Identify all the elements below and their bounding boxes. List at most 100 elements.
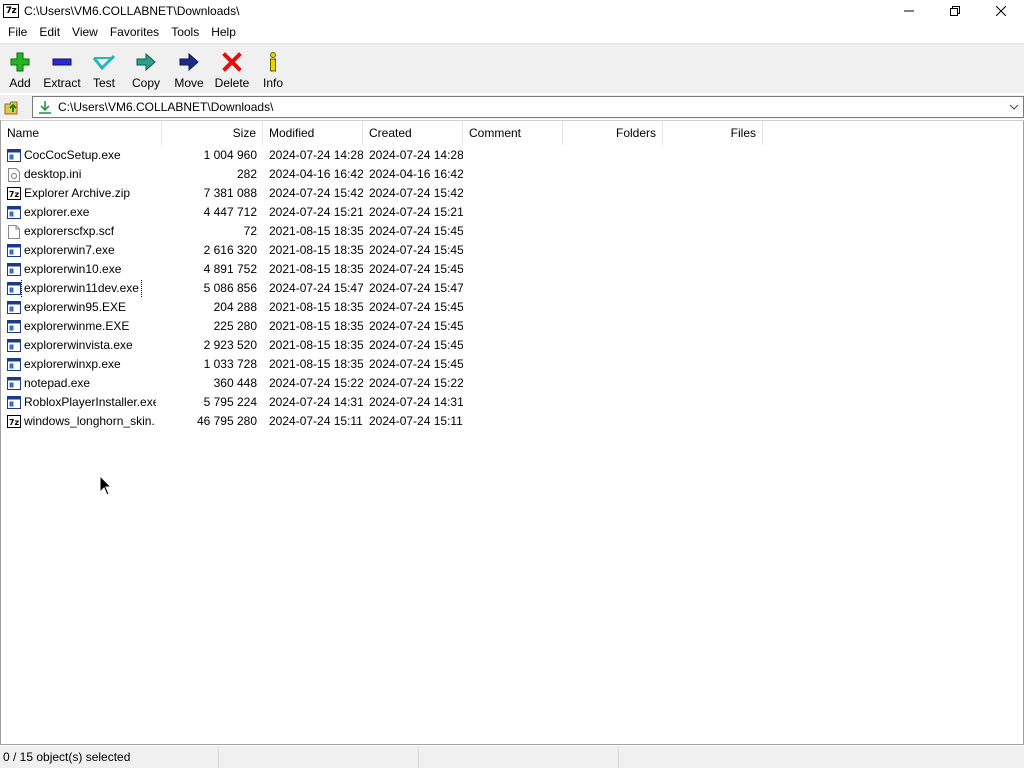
file-name: notepad.exe xyxy=(24,376,91,390)
table-row[interactable]: explorerwinxp.exe 1 033 728 2021-08-15 18:… xyxy=(1,355,763,374)
exe-file-icon xyxy=(6,301,21,315)
file-name-cell[interactable]: explorerwin95.EXE xyxy=(1,298,162,317)
table-row[interactable]: CocCocSetup.exe 1 004 960 2024-07-24 14:28… xyxy=(1,146,763,165)
exe-file-icon xyxy=(6,320,21,334)
file-name-cell[interactable]: explorer.exe xyxy=(1,203,162,222)
file-name: explorerwin11dev.exe xyxy=(21,279,142,298)
file-name-cell[interactable]: CocCocSetup.exe xyxy=(1,146,162,165)
file-comment xyxy=(463,279,563,298)
file-name-cell[interactable]: explorerwin10.exe xyxy=(1,260,162,279)
menu-tools[interactable]: Tools xyxy=(165,22,205,43)
column-files[interactable]: Files xyxy=(663,121,763,145)
file-name-cell[interactable]: RobloxPlayerInstaller.exe xyxy=(1,393,162,412)
restore-button[interactable] xyxy=(932,0,978,22)
file-comment xyxy=(463,241,563,260)
table-row[interactable]: explorerwin11dev.exe 5 086 856 2024-07-24 … xyxy=(1,279,763,298)
7zip-app-icon[interactable]: 7z xyxy=(3,4,19,18)
file-name-cell[interactable]: 7z Explorer Archive.zip xyxy=(1,184,162,203)
table-row[interactable]: explorerwinvista.exe 2 923 520 2021-08-15 … xyxy=(1,336,763,355)
extract-button[interactable]: Extract xyxy=(40,44,84,94)
file-name-cell[interactable]: explorerwinme.EXE xyxy=(1,317,162,336)
file-modified: 2024-07-24 15:47 xyxy=(269,281,363,295)
add-button[interactable]: Add xyxy=(0,44,40,94)
menu-favorites[interactable]: Favorites xyxy=(104,22,165,43)
address-bar[interactable]: C:\Users\VM6.COLLABNET\Downloads\ xyxy=(32,96,1024,118)
file-name-cell[interactable]: explorerwinxp.exe xyxy=(1,355,162,374)
delete-button[interactable]: Delete xyxy=(210,44,254,94)
file-files xyxy=(663,260,763,279)
file-name-cell[interactable]: notepad.exe xyxy=(1,374,162,393)
table-row[interactable]: desktop.ini 282 2024-04-16 16:42 2024-04-16… xyxy=(1,165,763,184)
column-comment[interactable]: Comment xyxy=(463,121,563,145)
exe-file-icon xyxy=(6,149,21,163)
svg-text:7z: 7z xyxy=(8,418,19,427)
menu-view[interactable]: View xyxy=(66,22,104,43)
file-name-cell[interactable]: explorerscfxp.scf xyxy=(1,222,162,241)
table-row[interactable]: explorerwin10.exe 4 891 752 2021-08-15 18:… xyxy=(1,260,763,279)
file-created: 2024-07-24 15:45 xyxy=(369,300,463,314)
file-files xyxy=(663,393,763,412)
file-files xyxy=(663,146,763,165)
column-size[interactable]: Size xyxy=(162,121,263,145)
file-files xyxy=(663,317,763,336)
file-modified: 2021-08-15 18:35 xyxy=(269,262,363,276)
file-name: Explorer Archive.zip xyxy=(24,186,131,200)
file-modified: 2021-08-15 18:35 xyxy=(269,243,363,257)
file-size: 1 004 960 xyxy=(203,148,257,162)
file-files xyxy=(663,412,763,431)
test-button[interactable]: Test xyxy=(84,44,124,94)
file-created: 2024-04-16 16:42 xyxy=(369,167,463,181)
column-name[interactable]: Name xyxy=(1,121,162,145)
table-row[interactable]: explorerscfxp.scf 72 2021-08-15 18:35 2024-… xyxy=(1,222,763,241)
close-button[interactable] xyxy=(978,0,1024,22)
status-segment-2 xyxy=(219,746,419,768)
info-button[interactable]: Info xyxy=(254,44,292,94)
column-created[interactable]: Created xyxy=(363,121,463,145)
table-row[interactable]: 7z Explorer Archive.zip 7 381 088 2024-07-2… xyxy=(1,184,763,203)
copy-label: Copy xyxy=(131,76,160,90)
file-modified: 2021-08-15 18:35 xyxy=(269,300,363,314)
file-comment xyxy=(463,260,563,279)
table-row[interactable]: explorerwin95.EXE 204 288 2021-08-15 18:35… xyxy=(1,298,763,317)
table-row[interactable]: explorerwin7.exe 2 616 320 2021-08-15 18:3… xyxy=(1,241,763,260)
file-name-cell[interactable]: explorerwin11dev.exe xyxy=(1,279,162,298)
table-row[interactable]: explorerwinme.EXE 225 280 2021-08-15 18:35… xyxy=(1,317,763,336)
file-name-cell[interactable]: desktop.ini xyxy=(1,165,162,184)
extract-label: Extract xyxy=(43,76,81,90)
chevron-down-icon[interactable] xyxy=(1008,101,1020,113)
move-button[interactable]: Move xyxy=(168,44,210,94)
extract-icon xyxy=(50,50,74,74)
file-size: 225 280 xyxy=(213,319,257,333)
exe-file-icon xyxy=(6,377,21,391)
file-name-cell[interactable]: explorerwin7.exe xyxy=(1,241,162,260)
menu-help[interactable]: Help xyxy=(205,22,242,43)
column-modified[interactable]: Modified xyxy=(263,121,363,145)
up-folder-button[interactable] xyxy=(2,96,24,118)
file-created: 2024-07-24 15:45 xyxy=(369,357,463,371)
exe-file-icon xyxy=(6,263,21,277)
menu-edit[interactable]: Edit xyxy=(33,22,66,43)
file-files xyxy=(663,222,763,241)
file-name-cell[interactable]: explorerwinvista.exe xyxy=(1,336,162,355)
file-size: 1 033 728 xyxy=(203,357,257,371)
archive-file-icon: 7z xyxy=(6,415,21,429)
copy-button[interactable]: Copy xyxy=(124,44,168,94)
status-bar: 0 / 15 object(s) selected xyxy=(0,746,1024,768)
table-row[interactable]: notepad.exe 360 448 2024-07-24 15:22 2024-0… xyxy=(1,374,763,393)
exe-file-icon xyxy=(6,206,21,220)
file-files xyxy=(663,165,763,184)
file-files xyxy=(663,279,763,298)
file-modified: 2021-08-15 18:35 xyxy=(269,338,363,352)
table-row[interactable]: 7z windows_longhorn_skin... 46 795 280 2024… xyxy=(1,412,763,431)
menu-file[interactable]: File xyxy=(2,22,33,43)
table-row[interactable]: RobloxPlayerInstaller.exe 5 795 224 2024-0… xyxy=(1,393,763,412)
table-row[interactable]: explorer.exe 4 447 712 2024-07-24 15:21 202… xyxy=(1,203,763,222)
exe-file-icon xyxy=(6,396,21,410)
file-name-cell[interactable]: 7z windows_longhorn_skin... xyxy=(1,412,162,431)
exe-file-icon xyxy=(6,244,21,258)
minimize-button[interactable] xyxy=(886,0,932,22)
file-list[interactable]: Name Size Modified Created Comment Folde… xyxy=(0,120,1024,745)
file-folders xyxy=(563,241,663,260)
column-folders[interactable]: Folders xyxy=(563,121,663,145)
file-modified: 2021-08-15 18:35 xyxy=(269,224,363,238)
